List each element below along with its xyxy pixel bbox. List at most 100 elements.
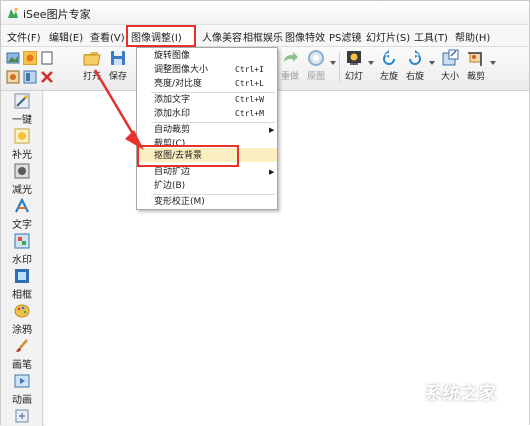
tool-brush-label: 画笔 xyxy=(12,360,32,371)
menu-distortion-correction[interactable]: 变形校正(M) xyxy=(137,195,277,209)
delete-icon[interactable] xyxy=(40,70,54,84)
palette-icon xyxy=(14,304,30,318)
rotate-right-icon xyxy=(409,50,421,65)
slideshow-icon xyxy=(347,51,361,65)
menu-edit[interactable]: 编辑(E) xyxy=(49,29,83,44)
open-label: 打开 xyxy=(82,72,101,82)
redo-label: 重做 xyxy=(280,72,299,82)
brush-icon xyxy=(16,339,28,352)
menu-ps-filter[interactable]: PS滤镜 xyxy=(329,29,361,44)
window-title: iSee图片专家 xyxy=(23,8,91,21)
tool-sidebar: 一键 补光 减光 文字 水印 相框 涂鸦 画笔 动画 xyxy=(1,91,43,426)
browse-icon[interactable] xyxy=(23,51,37,65)
resize-button[interactable]: 大小 xyxy=(438,49,462,82)
menu-slideshow[interactable]: 幻灯片(S) xyxy=(366,29,410,44)
menu-view[interactable]: 查看(V) xyxy=(90,29,125,44)
app-window: iSee图片专家 文件(F) 编辑(E) 查看(V) 人像美容 相框娱乐 图像特… xyxy=(0,0,530,426)
crop-icon xyxy=(468,52,482,66)
menu-file[interactable]: 文件(F) xyxy=(7,29,41,44)
photo-icon[interactable] xyxy=(6,70,20,84)
save-button[interactable]: 保存 xyxy=(106,49,130,82)
shortcut-add-text: Ctrl+W xyxy=(235,95,264,104)
menu-tools[interactable]: 工具(T) xyxy=(414,29,448,44)
redo-arrow-icon xyxy=(284,52,298,62)
tool-text-label: 文字 xyxy=(12,220,32,231)
tool-animation-label: 动画 xyxy=(12,395,32,406)
submenu-arrow-icon: ▶ xyxy=(269,168,275,176)
rotate-right-button[interactable]: 右旋 xyxy=(403,49,427,82)
rotate-right-label: 右旋 xyxy=(405,72,424,82)
rotate-left-label: 左旋 xyxy=(379,72,398,82)
menu-frames[interactable]: 相框娱乐 xyxy=(243,29,283,44)
watermark-title: 系统之家 xyxy=(425,384,497,404)
tool-text[interactable]: 文字 xyxy=(5,198,39,231)
crop-label: 裁剪 xyxy=(466,72,485,82)
tool-fill-light-label: 补光 xyxy=(12,150,32,161)
original-label: 原图 xyxy=(306,72,325,82)
watermark-icon xyxy=(14,233,30,249)
tool-reduce-light-label: 减光 xyxy=(12,185,32,196)
open-button[interactable]: 打开 xyxy=(80,49,104,82)
slideshow-button[interactable]: 幻灯 xyxy=(342,49,366,82)
magic-wand-icon xyxy=(14,93,30,109)
tool-one-click[interactable]: 一键 xyxy=(5,93,39,126)
menu-help[interactable]: 帮助(H) xyxy=(455,29,490,44)
tool-reduce-light[interactable]: 减光 xyxy=(5,163,39,196)
tool-doodle-label: 涂鸦 xyxy=(12,325,32,336)
original-button[interactable]: 原图 xyxy=(304,49,328,82)
shortcut-add-watermark: Ctrl+M xyxy=(235,109,264,118)
tool-more[interactable] xyxy=(5,408,39,426)
resize-icon xyxy=(442,49,459,66)
menu-add-watermark[interactable]: 添加水印 Ctrl+M xyxy=(137,107,277,121)
app-logo-icon xyxy=(8,8,18,18)
menu-resize-image[interactable]: 调整图像大小 Ctrl+I xyxy=(137,63,277,77)
image-adjust-dropdown: 旋转图像 调整图像大小 Ctrl+I 亮度/对比度 Ctrl+L 添加文字 Ctrl+… xyxy=(136,47,278,210)
animation-icon xyxy=(14,374,30,388)
rotate-dropdown-icon[interactable] xyxy=(428,59,436,67)
slideshow-dropdown-icon[interactable] xyxy=(367,59,375,67)
menu-rotate-image[interactable]: 旋转图像 xyxy=(137,49,277,63)
tool-watermark[interactable]: 水印 xyxy=(5,233,39,266)
frame-icon xyxy=(15,269,29,283)
tool-brush[interactable]: 画笔 xyxy=(5,338,39,371)
menu-portrait[interactable]: 人像美容 xyxy=(202,29,242,44)
tool-fill-light[interactable]: 补光 xyxy=(5,128,39,161)
tool-doodle[interactable]: 涂鸦 xyxy=(5,303,39,336)
save-disk-icon xyxy=(111,51,125,65)
blank-page-icon[interactable] xyxy=(40,51,54,65)
shortcut-brightness: Ctrl+L xyxy=(235,79,264,88)
tool-frame[interactable]: 相框 xyxy=(5,268,39,301)
reduce-light-icon xyxy=(14,163,30,179)
tool-animation[interactable]: 动画 xyxy=(5,373,39,406)
cutout-annotation-box xyxy=(137,145,239,167)
more-tools-icon xyxy=(15,409,29,423)
crop-button[interactable]: 裁剪 xyxy=(464,49,488,82)
original-image-icon xyxy=(308,50,324,66)
crop-dropdown-icon[interactable] xyxy=(489,59,497,67)
slideshow-label: 幻灯 xyxy=(344,72,363,82)
menu-auto-expand-border[interactable]: 自动扩边 ▶ xyxy=(137,165,277,179)
menu-add-text[interactable]: 添加文字 Ctrl+W xyxy=(137,93,277,107)
menu-expand-border[interactable]: 扩边(B) xyxy=(137,179,277,193)
resize-label: 大小 xyxy=(440,72,459,82)
save-label: 保存 xyxy=(108,72,127,82)
thumbnail-view-icon[interactable] xyxy=(6,51,20,65)
menu-bar: 文件(F) 编辑(E) 查看(V) 人像美容 相框娱乐 图像特效 PS滤镜 幻灯… xyxy=(1,25,529,47)
tool-watermark-label: 水印 xyxy=(12,255,32,266)
menu-image-adjust[interactable]: 图像调整(I) xyxy=(126,25,196,47)
menu-image-adjust-label: 图像调整(I) xyxy=(131,33,182,44)
folder-open-icon xyxy=(83,52,101,66)
menu-brightness-contrast[interactable]: 亮度/对比度 Ctrl+L xyxy=(137,77,277,91)
fill-light-icon xyxy=(14,128,30,144)
layout-icon[interactable] xyxy=(23,70,37,84)
tool-one-click-label: 一键 xyxy=(12,115,32,126)
menu-auto-crop[interactable]: 自动裁剪 ▶ xyxy=(137,123,277,137)
rotate-left-button[interactable]: 左旋 xyxy=(377,49,401,82)
menu-effects[interactable]: 图像特效 xyxy=(285,29,325,44)
watermark-logo-icon xyxy=(385,383,413,410)
redo-button[interactable]: 重做 xyxy=(279,49,301,82)
original-dropdown-icon[interactable] xyxy=(329,59,337,67)
rotate-left-icon xyxy=(383,50,395,65)
title-bar: iSee图片专家 xyxy=(1,1,529,25)
submenu-arrow-icon: ▶ xyxy=(269,126,275,134)
